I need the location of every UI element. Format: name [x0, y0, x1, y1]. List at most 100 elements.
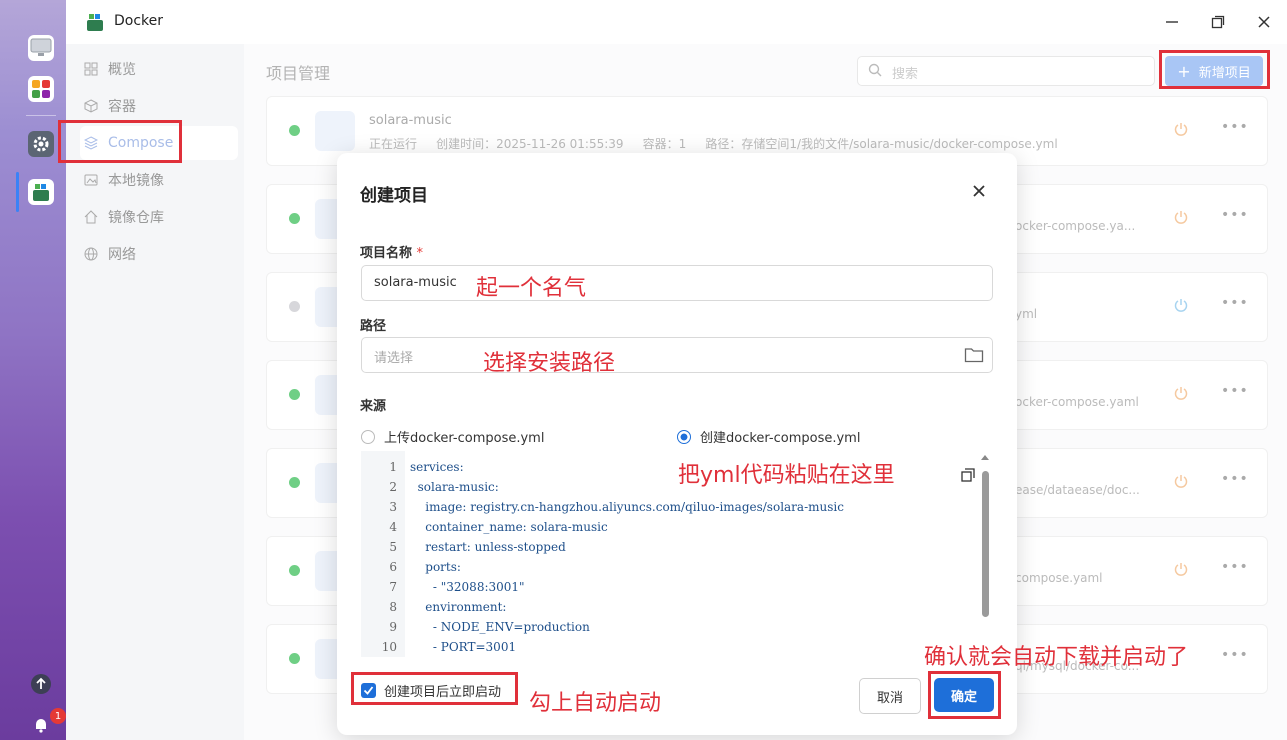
line-number: 2	[389, 480, 397, 494]
yaml-code-editor[interactable]: 1 2 3 4 5 6 7 8 9 10 services: solara-mu…	[361, 451, 993, 657]
radio-circle	[677, 429, 691, 444]
sidebar-item-local-images[interactable]: 本地镜像	[80, 163, 238, 197]
path-select[interactable]: 请选择	[361, 337, 993, 373]
search-input[interactable]: 搜索	[857, 56, 1155, 86]
annotation-yml-hint: 把yml代码粘贴在这里	[678, 463, 895, 488]
source-create-radio[interactable]: 创建docker-compose.yml	[677, 427, 860, 446]
annotation-confirm-hint: 确认就会自动下载并启动了	[924, 645, 1189, 670]
more-icon[interactable]: •••	[1221, 207, 1249, 223]
annotation-path-hint: 选择安装路径	[483, 351, 616, 376]
radio-label: 创建docker-compose.yml	[700, 431, 861, 446]
line-number: 4	[389, 520, 397, 534]
power-icon[interactable]	[1173, 209, 1189, 225]
dock-divider	[26, 115, 56, 116]
code-line: container_name: solara-music	[410, 520, 608, 534]
more-icon[interactable]: •••	[1221, 559, 1249, 575]
dialog-title: 创建项目	[360, 186, 428, 206]
create-project-dialog: 创建项目 项目名称 * solara-music 路径 请选择 来源 上传doc…	[337, 153, 1017, 735]
status-dot	[289, 653, 300, 664]
status-dot	[289, 565, 300, 576]
power-icon[interactable]	[1173, 385, 1189, 401]
project-name-value: solara-music	[374, 275, 457, 290]
status-dot	[289, 389, 300, 400]
minimize-icon[interactable]	[1162, 12, 1182, 32]
highlight-new-project	[1159, 50, 1270, 89]
status-dot	[289, 301, 300, 312]
power-icon[interactable]	[1173, 473, 1189, 489]
sidebar-item-registry[interactable]: 镜像仓库	[80, 200, 238, 234]
status-dot	[289, 477, 300, 488]
settings-gear-icon[interactable]	[28, 131, 54, 157]
more-icon[interactable]: •••	[1221, 647, 1249, 663]
line-number: 3	[389, 500, 397, 514]
project-path: compose.yaml	[1015, 571, 1103, 585]
desktop-app-icon[interactable]	[28, 35, 54, 61]
code-line: ports:	[410, 560, 461, 574]
sidebar-item-label: 网络	[108, 247, 136, 263]
close-window-icon[interactable]	[1254, 12, 1274, 32]
folder-icon[interactable]	[964, 346, 984, 368]
code-line: - NODE_ENV=production	[410, 620, 590, 634]
editor-scrollbar[interactable]	[982, 471, 989, 617]
required-mark: *	[416, 246, 424, 261]
line-number: 9	[389, 620, 397, 634]
line-number: 1	[389, 460, 397, 474]
annotation-autostart-hint: 勾上自动启动	[529, 691, 662, 716]
image-icon	[82, 171, 100, 189]
search-icon	[868, 63, 882, 81]
line-number: 6	[389, 560, 397, 574]
line-number: 8	[389, 600, 397, 614]
source-upload-radio[interactable]: 上传docker-compose.yml	[361, 427, 544, 446]
sidebar-item-network[interactable]: 网络	[80, 237, 238, 271]
line-number: 5	[389, 540, 397, 554]
sidebar-item-overview[interactable]: 概览	[80, 52, 238, 86]
app-dock: 1	[0, 0, 66, 740]
scroll-up-icon[interactable]	[981, 455, 989, 460]
project-name-input[interactable]: solara-music	[361, 265, 993, 301]
highlight-confirm	[928, 671, 1001, 719]
status-dot	[289, 213, 300, 224]
power-icon[interactable]	[1173, 121, 1189, 137]
home-icon	[82, 208, 100, 226]
more-icon[interactable]: •••	[1221, 119, 1249, 135]
sidebar-item-label: 容器	[108, 99, 136, 115]
project-meta: 正在运行 创建时间：2025-11-26 01:55:39 容器：1 路径：存储…	[369, 137, 1058, 151]
more-icon[interactable]: •••	[1221, 471, 1249, 487]
line-number: 7	[389, 580, 397, 594]
code-line: restart: unless-stopped	[410, 540, 566, 554]
app-store-icon[interactable]	[28, 76, 54, 102]
project-path: ocker-compose.ya...	[1015, 219, 1136, 233]
cancel-button[interactable]: 取消	[859, 678, 921, 714]
cube-icon	[82, 97, 100, 115]
grid-icon	[82, 60, 100, 78]
highlight-compose	[58, 120, 182, 163]
sidebar-item-label: 镜像仓库	[108, 210, 164, 226]
project-name-label: 项目名称 *	[360, 246, 424, 261]
status-dot	[289, 125, 300, 136]
code-line: image: registry.cn-hangzhou.aliyuncs.com…	[410, 500, 844, 514]
maximize-icon[interactable]	[1208, 12, 1228, 32]
notification-badge: 1	[50, 708, 66, 724]
path-placeholder: 请选择	[374, 351, 414, 366]
copy-icon[interactable]	[961, 468, 975, 486]
source-label: 来源	[360, 399, 387, 414]
search-placeholder: 搜索	[892, 67, 919, 82]
code-line: services:	[410, 460, 464, 474]
code-line: - PORT=3001	[410, 640, 517, 654]
sidebar-item-label: 本地镜像	[108, 173, 164, 189]
code-line: solara-music:	[410, 480, 499, 494]
radio-circle	[361, 429, 375, 444]
docker-app-icon[interactable]	[28, 179, 54, 205]
power-icon[interactable]	[1173, 561, 1189, 577]
docker-logo-icon	[84, 12, 106, 36]
sidebar-item-containers[interactable]: 容器	[80, 89, 238, 123]
bell-icon[interactable]	[30, 714, 52, 736]
dock-active-indicator	[16, 172, 19, 212]
power-icon[interactable]	[1173, 297, 1189, 313]
sidebar-item-label: 概览	[108, 62, 136, 78]
more-icon[interactable]: •••	[1221, 295, 1249, 311]
more-icon[interactable]: •••	[1221, 383, 1249, 399]
sync-icon[interactable]	[31, 674, 51, 694]
close-icon[interactable]	[969, 181, 989, 201]
path-label: 路径	[360, 319, 387, 334]
